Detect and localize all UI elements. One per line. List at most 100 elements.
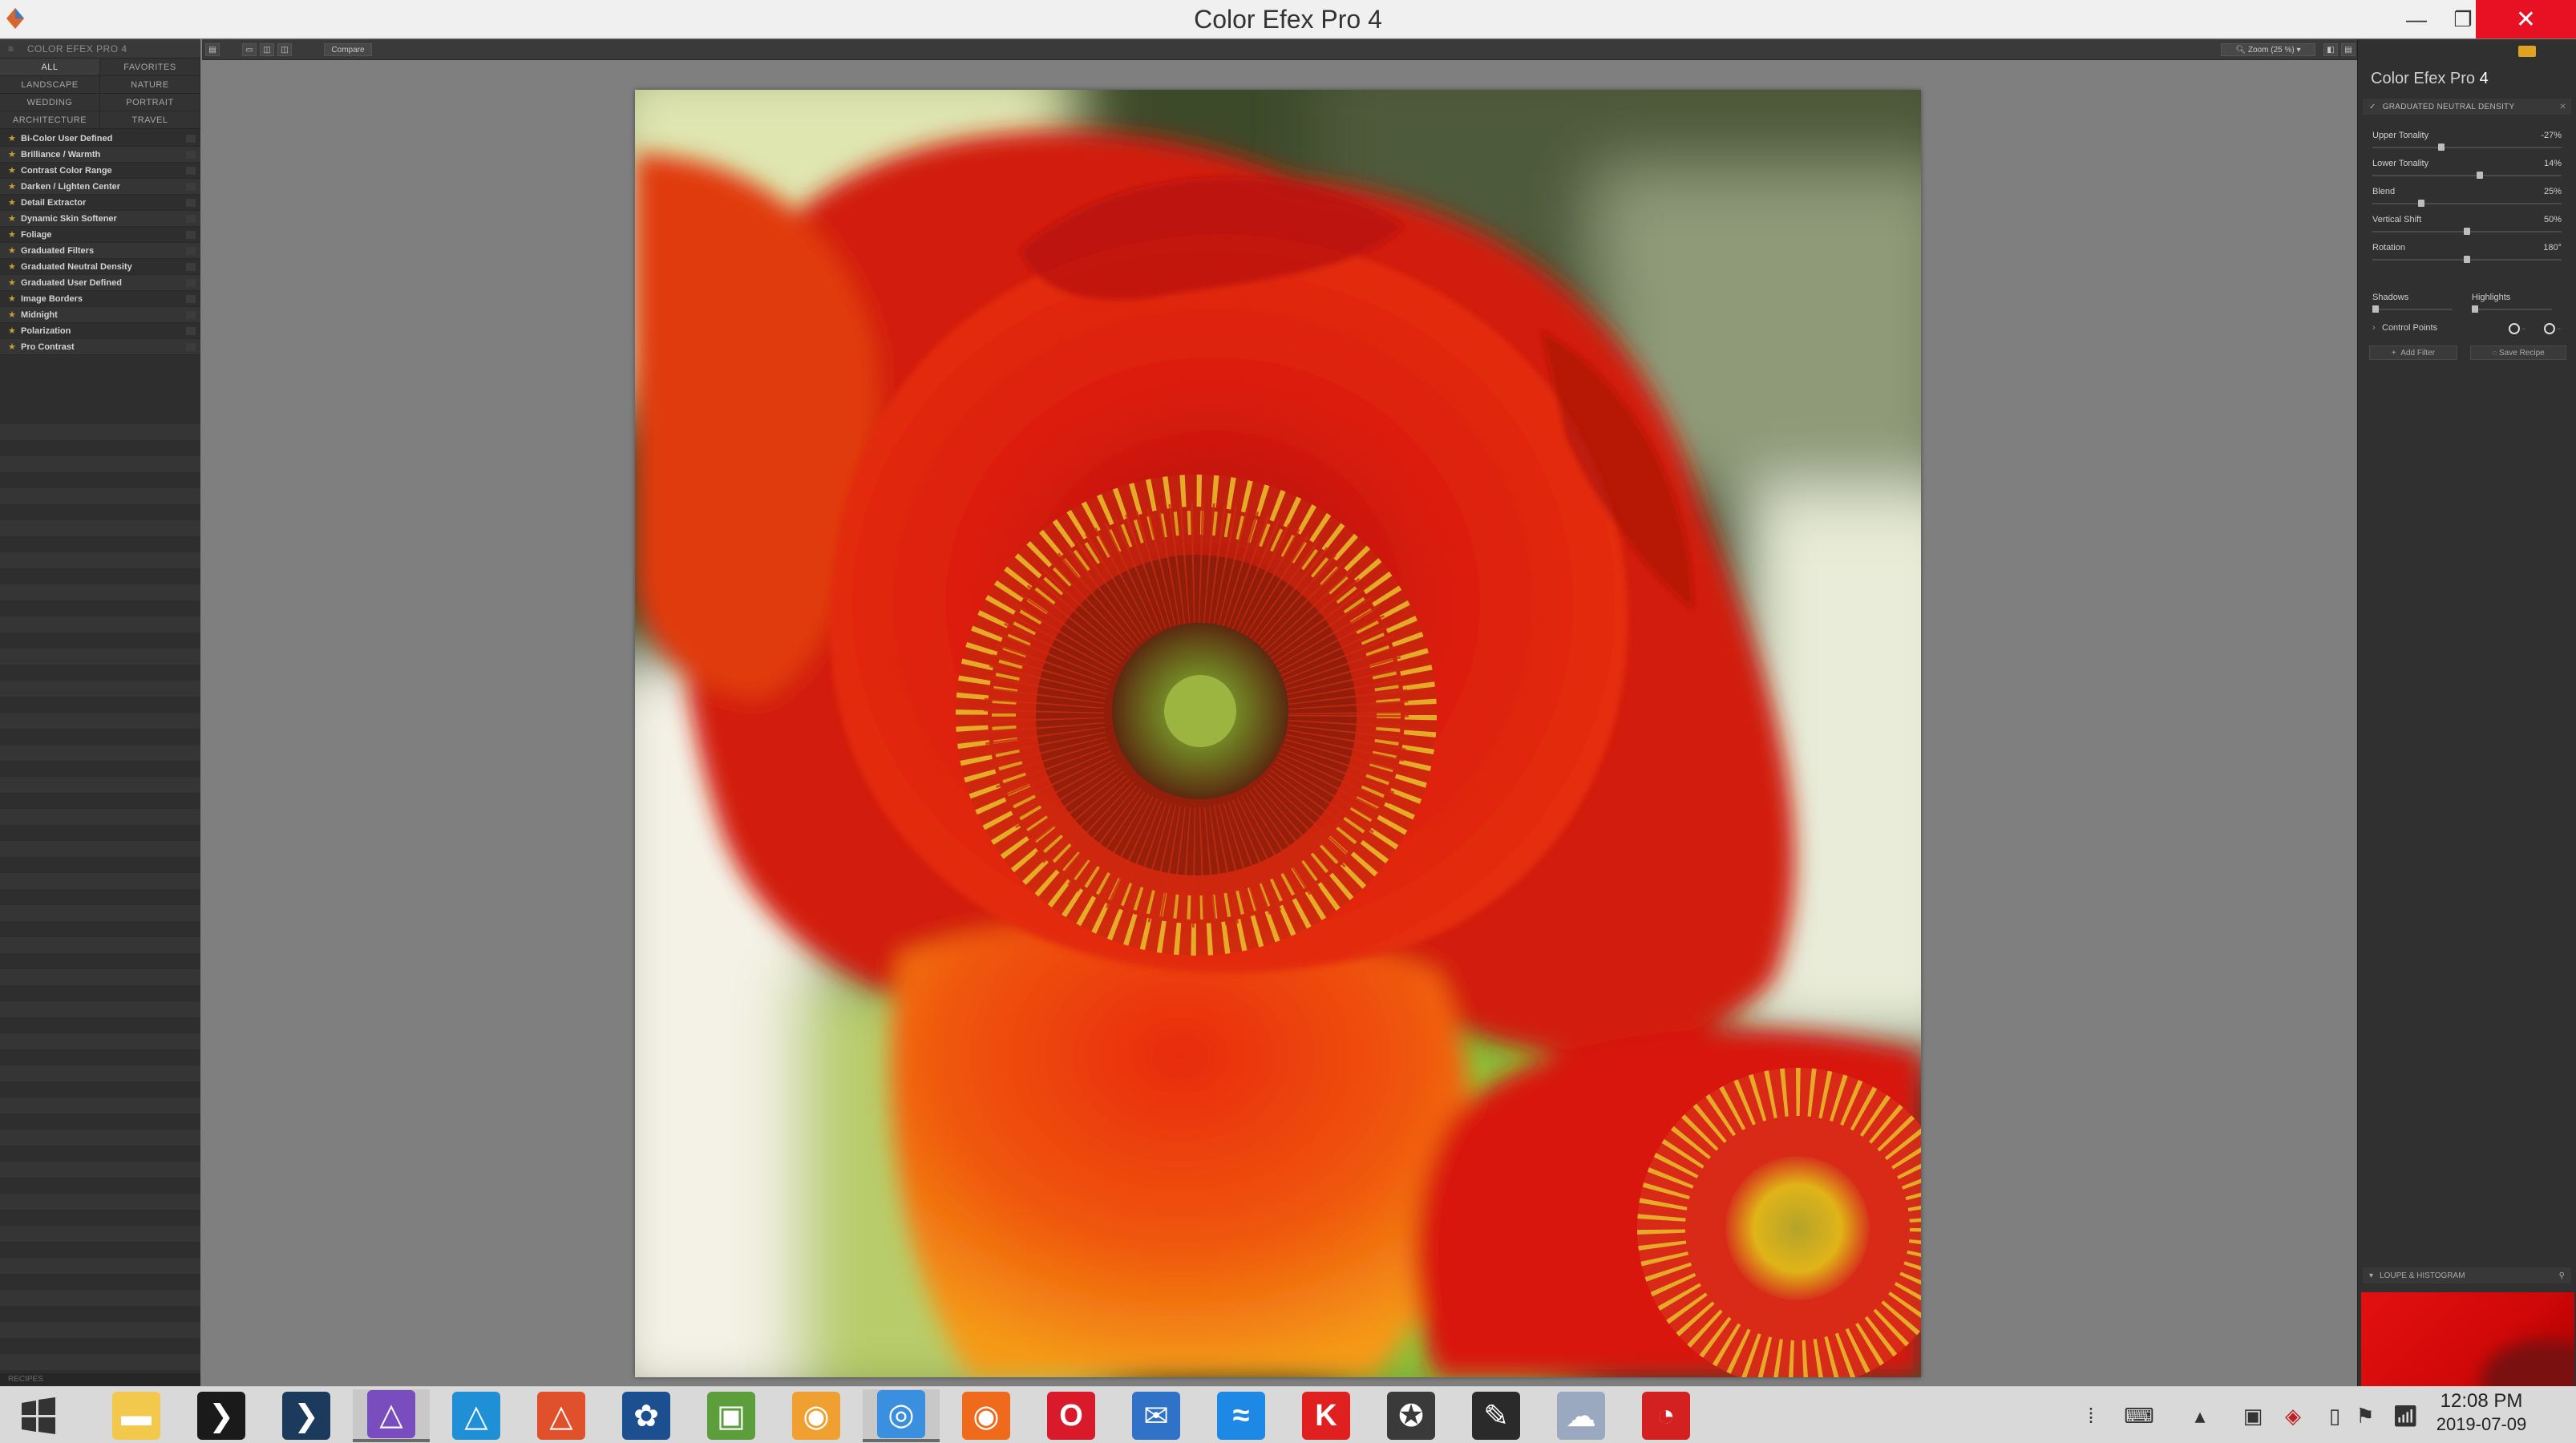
chevron-up-icon[interactable]: ▴ <box>2186 1401 2214 1430</box>
favorite-toggle[interactable] <box>186 278 196 287</box>
slider-vertical-shift[interactable]: Vertical Shift 50% <box>2372 215 2562 242</box>
taskbar-app-button[interactable]: ▣ <box>693 1389 770 1442</box>
filter-item[interactable]: ★ Midnight <box>0 307 200 323</box>
star-icon[interactable]: ★ <box>8 165 21 176</box>
filter-item[interactable]: ★ Graduated Filters <box>0 243 200 259</box>
taskbar-app-button[interactable]: K <box>1288 1389 1365 1442</box>
taskbar-app-button[interactable]: ❯ <box>268 1389 345 1442</box>
slider-thumb[interactable] <box>2438 143 2445 151</box>
star-icon[interactable]: ★ <box>8 181 21 192</box>
category-wedding[interactable]: WEDDING <box>0 94 100 111</box>
active-filter-header[interactable]: ✓ GRADUATED NEUTRAL DENSITY ✕ <box>2363 99 2571 115</box>
side-by-side-button[interactable]: ◫ <box>277 43 292 56</box>
category-travel[interactable]: TRAVEL <box>100 111 200 129</box>
filter-item[interactable]: ★ Image Borders <box>0 291 200 307</box>
category-landscape[interactable]: LANDSCAPE <box>0 76 100 94</box>
action-center-flag-icon[interactable]: ⚑ <box>2351 1401 2380 1430</box>
preview-image[interactable] <box>635 90 1921 1377</box>
taskbar-app-button[interactable]: O <box>1033 1389 1110 1442</box>
filter-item[interactable]: ★ Contrast Color Range <box>0 163 200 179</box>
favorite-toggle[interactable] <box>186 198 196 207</box>
star-icon[interactable]: ★ <box>8 325 21 336</box>
add-control-point-minus-icon[interactable]: − <box>2521 325 2525 333</box>
close-icon[interactable]: ✕ <box>2559 103 2566 111</box>
star-icon[interactable]: ★ <box>8 277 21 288</box>
close-button[interactable]: ✕ <box>2476 0 2576 38</box>
background-toggle-button[interactable]: ◧ <box>2323 43 2338 56</box>
favorite-toggle[interactable] <box>186 134 196 143</box>
star-icon[interactable]: ★ <box>8 342 21 352</box>
add-control-point-minus-icon[interactable]: − <box>2557 325 2561 333</box>
shadows-slider[interactable] <box>2372 309 2453 310</box>
favorite-toggle[interactable] <box>186 342 196 351</box>
recipes-bar[interactable]: RECIPES <box>0 1373 200 1386</box>
slider-lower-tonality[interactable]: Lower Tonality 14% <box>2372 159 2562 186</box>
shadows-thumb[interactable] <box>2372 305 2379 313</box>
taskbar-app-button[interactable]: ◔ <box>1628 1389 1705 1442</box>
loupe-view[interactable] <box>2361 1292 2574 1386</box>
slider-thumb[interactable] <box>2464 256 2470 263</box>
favorite-toggle[interactable] <box>186 294 196 303</box>
single-view-button[interactable]: ▭ <box>242 43 257 56</box>
add-control-point-icon[interactable] <box>2509 323 2520 334</box>
chevron-right-icon[interactable]: › <box>2372 323 2382 333</box>
screenshot-tool-icon[interactable]: ▣ <box>2238 1401 2267 1430</box>
taskbar-app-button[interactable]: ☁ <box>1543 1389 1620 1442</box>
filter-item[interactable]: ★ Polarization <box>0 323 200 339</box>
filter-item[interactable]: ★ Graduated User Defined <box>0 275 200 291</box>
keyboard-icon[interactable]: ⌨ <box>2117 1401 2161 1430</box>
category-favorites[interactable]: FAVORITES <box>100 59 200 76</box>
taskbar-app-button[interactable]: ✿ <box>608 1389 685 1442</box>
loupe-histogram-header[interactable]: ▾ LOUPE & HISTOGRAM ⚲ <box>2363 1267 2571 1283</box>
system-clock[interactable]: 12:08 PM 2019-07-09 <box>2421 1390 2542 1435</box>
signal-icon[interactable]: 📶︎ <box>2391 1401 2420 1430</box>
filter-item[interactable]: ★ Dynamic Skin Softener <box>0 211 200 227</box>
favorite-toggle[interactable] <box>186 182 196 191</box>
filter-item[interactable]: ★ Foliage <box>0 227 200 243</box>
start-button[interactable] <box>0 1389 77 1442</box>
star-icon[interactable]: ★ <box>8 229 21 240</box>
star-icon[interactable]: ★ <box>8 197 21 208</box>
favorite-toggle[interactable] <box>186 166 196 175</box>
more-icon[interactable]: ⁞ <box>2077 1401 2105 1430</box>
star-icon[interactable]: ★ <box>8 245 21 256</box>
taskbar-app-button[interactable]: △ <box>438 1389 515 1442</box>
compare-button[interactable]: Compare <box>324 43 372 56</box>
taskbar-app-button[interactable]: ◉ <box>948 1389 1025 1442</box>
taskbar-app-button[interactable]: ❯ <box>183 1389 260 1442</box>
add-control-point-icon[interactable] <box>2544 323 2555 334</box>
category-architecture[interactable]: ARCHITECTURE <box>0 111 100 129</box>
chevron-down-icon[interactable]: ▾ <box>2369 1271 2373 1280</box>
filter-item[interactable]: ★ Graduated Neutral Density <box>0 259 200 275</box>
taskbar-app-button[interactable]: ◉ <box>778 1389 855 1442</box>
favorite-toggle[interactable] <box>186 262 196 271</box>
taskbar-app-button[interactable]: ✪ <box>1373 1389 1450 1442</box>
star-icon[interactable]: ★ <box>8 309 21 320</box>
slider-upper-tonality[interactable]: Upper Tonality -27% <box>2372 131 2562 158</box>
taskbar-app-button[interactable]: △ <box>353 1389 430 1442</box>
taskbar-app-button[interactable]: ◎ <box>863 1389 940 1442</box>
preview-canvas[interactable] <box>202 61 2357 1385</box>
menu-icon[interactable]: ≡ <box>8 43 16 55</box>
slider-rotation[interactable]: Rotation 180° <box>2372 243 2562 270</box>
highlights-slider[interactable] <box>2472 309 2552 310</box>
slider-blend[interactable]: Blend 25% <box>2372 187 2562 214</box>
checkmark-icon[interactable]: ✓ <box>2369 103 2376 111</box>
taskbar-app-button[interactable]: △ <box>523 1389 600 1442</box>
star-icon[interactable]: ★ <box>8 261 21 272</box>
hide-controls-button[interactable]: ▤ <box>2341 43 2356 56</box>
filter-item[interactable]: ★ Pro Contrast <box>0 339 200 355</box>
star-icon[interactable]: ★ <box>8 133 21 143</box>
favorite-toggle[interactable] <box>186 310 196 319</box>
zoom-dropdown[interactable]: 🔍︎ Zoom (25 %) ▾ <box>2221 43 2315 56</box>
taskbar-app-button[interactable]: ≈ <box>1203 1389 1280 1442</box>
battery-icon[interactable]: ▯ <box>2320 1401 2349 1430</box>
antivirus-icon[interactable]: ◈ <box>2279 1401 2307 1430</box>
control-points-row[interactable]: › Control Points − − <box>2372 323 2562 339</box>
pin-icon[interactable]: ⚲ <box>2559 1271 2565 1280</box>
star-icon[interactable]: ★ <box>8 149 21 160</box>
slider-thumb[interactable] <box>2476 172 2483 179</box>
filter-item[interactable]: ★ Darken / Lighten Center <box>0 179 200 195</box>
star-icon[interactable]: ★ <box>8 293 21 304</box>
category-all[interactable]: ALL <box>0 59 100 76</box>
